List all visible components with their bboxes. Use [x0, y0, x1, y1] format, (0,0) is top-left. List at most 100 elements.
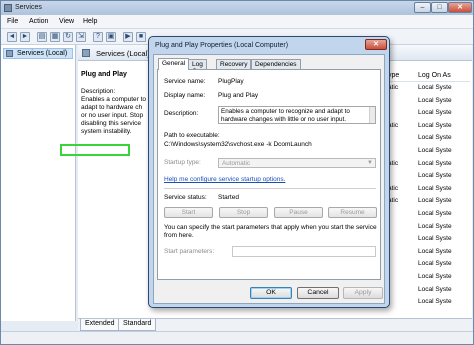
- table-row[interactable]: Local Syste: [388, 133, 470, 145]
- cell-log-on-as: Local Syste: [418, 159, 452, 167]
- description-label: Description:: [81, 88, 116, 95]
- service-description-panel: Plug and Play Description: Enables a com…: [81, 71, 149, 136]
- cell-log-on-as: Local Syste: [418, 109, 452, 117]
- help-icon[interactable]: ?: [93, 32, 103, 42]
- cell-log-on-as: Local Syste: [418, 298, 452, 306]
- cell-log-on-as: Local Syste: [418, 285, 452, 293]
- export-icon[interactable]: ⇲: [76, 32, 86, 42]
- table-row[interactable]: Local Syste: [388, 247, 470, 259]
- divider: [164, 188, 376, 189]
- table-row[interactable]: atic Local Syste: [388, 83, 470, 95]
- table-row[interactable]: Local Syste: [388, 146, 470, 158]
- tab-extended[interactable]: Extended: [80, 319, 120, 331]
- services-icon: [6, 50, 13, 57]
- menu-view[interactable]: View: [59, 18, 74, 25]
- table-row[interactable]: Local Syste: [388, 108, 470, 120]
- table-row[interactable]: Local Syste: [388, 272, 470, 284]
- service-name-label: Service name:: [164, 78, 206, 85]
- column-header-log-on-as[interactable]: Log On As: [418, 72, 451, 79]
- description-scrollbar[interactable]: [369, 107, 375, 123]
- cell-log-on-as: Local Syste: [418, 247, 452, 255]
- help-configure-link[interactable]: Help me configure service startup option…: [164, 176, 285, 183]
- table-row[interactable]: atic Local Syste: [388, 121, 470, 133]
- start-params-input[interactable]: [232, 246, 376, 257]
- startup-type-label: Startup type:: [164, 159, 201, 166]
- title-bar[interactable]: Services – □ ✕: [1, 1, 473, 15]
- service-name-value: PlugPlay: [218, 78, 244, 85]
- cell-log-on-as: Local Syste: [418, 197, 452, 205]
- description-line: adapt to hardware ch: [81, 104, 143, 111]
- menu-bar: File Action View Help: [1, 15, 473, 29]
- table-row[interactable]: Local Syste: [388, 285, 470, 297]
- status-bar: [1, 331, 473, 344]
- tree-item-services-local[interactable]: Services (Local): [3, 48, 73, 59]
- services-list-header: ype Log On As: [388, 70, 470, 82]
- table-row[interactable]: Local Syste: [388, 171, 470, 183]
- back-icon[interactable]: ◄: [7, 32, 17, 42]
- table-row[interactable]: atic Local Syste: [388, 196, 470, 208]
- startup-type-highlight: [60, 144, 130, 156]
- service-status-value: Started: [218, 194, 239, 201]
- view-tabs: Extended Standard: [78, 318, 472, 331]
- cell-log-on-as: Local Syste: [418, 147, 452, 154]
- pause-button[interactable]: Pause: [274, 207, 323, 218]
- cell-log-on-as: Local Syste: [418, 222, 452, 230]
- forward-icon[interactable]: ►: [20, 32, 30, 42]
- tree-item-label: Services (Local): [17, 50, 68, 57]
- dialog-close-button[interactable]: ✕: [365, 39, 387, 50]
- close-button[interactable]: ✕: [448, 2, 472, 13]
- description-line: disabling this service: [81, 120, 141, 127]
- menu-action[interactable]: Action: [29, 18, 48, 25]
- display-name-value: Plug and Play: [218, 92, 259, 99]
- resume-button[interactable]: Resume: [328, 207, 377, 218]
- table-row[interactable]: Local Syste: [388, 259, 470, 271]
- dialog-title: Plug and Play Properties (Local Computer…: [155, 42, 289, 49]
- menu-help[interactable]: Help: [83, 18, 97, 25]
- menu-file[interactable]: File: [7, 18, 18, 25]
- ok-button[interactable]: OK: [250, 287, 292, 299]
- cell-log-on-as: Local Syste: [418, 84, 452, 91]
- description-label: Description:: [164, 110, 199, 117]
- stop-icon[interactable]: ■: [136, 32, 146, 42]
- table-row[interactable]: Local Syste: [388, 297, 470, 309]
- show-hide-action-icon[interactable]: ▣: [106, 32, 116, 42]
- cell-log-on-as: Local Syste: [418, 273, 452, 280]
- table-row[interactable]: Local Syste: [388, 96, 470, 108]
- chevron-down-icon: ▼: [367, 160, 373, 166]
- properties-dialog: Plug and Play Properties (Local Computer…: [148, 36, 390, 308]
- path-value: C:\Windows\system32\svchost.exe -k DcomL…: [164, 141, 312, 148]
- properties-icon[interactable]: ▦: [50, 32, 60, 42]
- table-row[interactable]: atic Local Syste: [388, 159, 470, 171]
- description-text: Enables a computer to recognize and adap…: [221, 108, 350, 123]
- minimize-button[interactable]: –: [414, 2, 431, 13]
- start-params-label: Start parameters:: [164, 248, 215, 255]
- cell-log-on-as: Local Syste: [418, 184, 452, 192]
- console-tree: Services (Local): [1, 45, 76, 321]
- cell-log-on-as: Local Syste: [418, 172, 452, 180]
- maximize-button[interactable]: □: [431, 2, 448, 13]
- service-status-label: Service status:: [164, 194, 207, 201]
- show-hide-tree-icon[interactable]: ▤: [37, 32, 47, 42]
- table-row[interactable]: Local Syste: [388, 234, 470, 246]
- startup-type-value: Automatic: [222, 160, 250, 167]
- play-icon[interactable]: ▶: [123, 32, 133, 42]
- cell-log-on-as: Local Syste: [418, 96, 452, 104]
- apply-button[interactable]: Apply: [343, 287, 383, 299]
- table-row[interactable]: Local Syste: [388, 209, 470, 221]
- table-row[interactable]: Local Syste: [388, 222, 470, 234]
- stop-button[interactable]: Stop: [219, 207, 268, 218]
- tab-general[interactable]: General: [158, 58, 190, 70]
- dialog-body: General Log On Recovery Dependencies Ser…: [153, 54, 385, 304]
- description-line: system instability.: [81, 128, 132, 135]
- startup-type-select[interactable]: Automatic ▼: [218, 158, 376, 168]
- cell-log-on-as: Local Syste: [418, 134, 452, 142]
- tab-standard[interactable]: Standard: [118, 319, 157, 331]
- services-app-icon: [4, 4, 12, 12]
- cancel-button[interactable]: Cancel: [297, 287, 339, 299]
- refresh-icon[interactable]: ↻: [63, 32, 73, 42]
- window-title: Services: [15, 4, 42, 11]
- description-field[interactable]: Enables a computer to recognize and adap…: [218, 106, 376, 124]
- start-button[interactable]: Start: [164, 207, 213, 218]
- general-tab-panel: Service name: PlugPlay Display name: Plu…: [157, 69, 381, 280]
- table-row[interactable]: atic Local Syste: [388, 184, 470, 196]
